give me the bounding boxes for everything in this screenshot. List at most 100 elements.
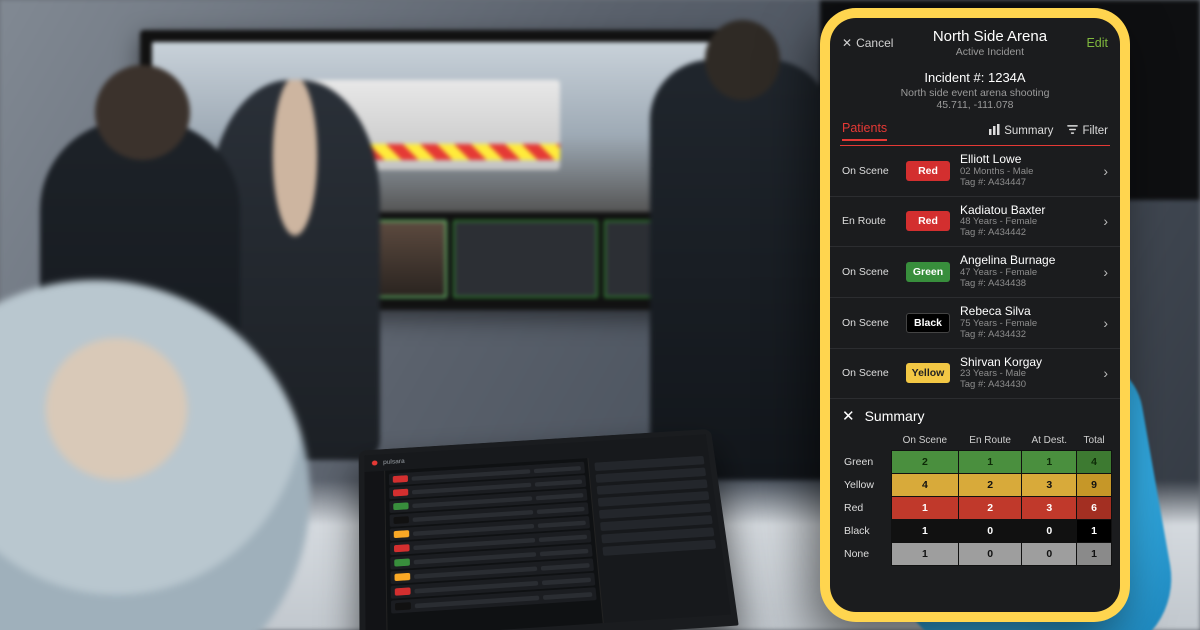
summary-cell: 1: [1077, 543, 1112, 566]
close-icon: ✕: [842, 36, 852, 50]
summary-cell: 0: [958, 520, 1021, 543]
patient-name: Rebeca Silva: [960, 305, 1093, 319]
patient-status: On Scene: [842, 165, 896, 177]
summary-cell: 0: [958, 543, 1021, 566]
incident-info: Incident #: 1234A North side event arena…: [830, 64, 1120, 121]
summary-cell: 4: [1077, 451, 1112, 474]
bar-chart-icon: [989, 124, 1000, 138]
summary-cell: 3: [1022, 497, 1077, 520]
summary-button[interactable]: Summary: [989, 124, 1053, 138]
laptop-screen: pulsara: [359, 429, 739, 630]
incident-number: Incident #: 1234A: [838, 70, 1112, 85]
summary-row: Green2114: [838, 451, 1112, 474]
summary-cell: 3: [1022, 474, 1077, 497]
patient-tag-id: Tag #: A434442: [960, 228, 1093, 239]
patient-info: Rebeca Silva75 Years - FemaleTag #: A434…: [960, 305, 1093, 341]
page-title: North Side Arena: [933, 28, 1047, 45]
summary-cell: 9: [1077, 474, 1112, 497]
summary-col-header: On Scene: [891, 431, 958, 451]
summary-label: Summary: [1004, 125, 1053, 137]
mobile-device: ✕ Cancel North Side Arena Active Inciden…: [820, 8, 1130, 622]
summary-table: On SceneEn RouteAt Dest.Total Green2114Y…: [838, 431, 1112, 566]
mobile-app-screen: ✕ Cancel North Side Arena Active Inciden…: [830, 18, 1120, 612]
patient-info: Shirvan Korgay23 Years - MaleTag #: A434…: [960, 356, 1093, 392]
laptop-brand-label: pulsara: [383, 458, 405, 465]
laptop-sidebar: [364, 471, 387, 630]
summary-cell: 4: [891, 474, 958, 497]
triage-tag: Black: [906, 313, 950, 333]
patient-row[interactable]: On SceneGreenAngelina Burnage47 Years - …: [830, 247, 1120, 298]
patient-status: On Scene: [842, 317, 896, 329]
patient-info: Elliott Lowe02 Months - MaleTag #: A4344…: [960, 153, 1093, 189]
patient-name: Kadiatou Baxter: [960, 204, 1093, 218]
summary-cell: 1: [958, 451, 1021, 474]
summary-row: Yellow4239: [838, 474, 1112, 497]
patient-name: Shirvan Korgay: [960, 356, 1093, 370]
patient-name: Elliott Lowe: [960, 153, 1093, 167]
summary-cell: 0: [1022, 543, 1077, 566]
summary-panel-header: ✕ Summary: [830, 399, 1120, 431]
patient-tag-id: Tag #: A434447: [960, 178, 1093, 189]
edit-button[interactable]: Edit: [1086, 36, 1108, 50]
patient-row[interactable]: On Scene Black Rebeca Silva75 Years - Fema…: [830, 298, 1120, 349]
patient-name: Angelina Burnage: [960, 254, 1093, 268]
summary-cell: 1: [1022, 451, 1077, 474]
summary-cell: 1: [1077, 520, 1112, 543]
summary-row-label: Red: [838, 497, 891, 520]
patient-row[interactable]: On Scene Red Elliott Lowe02 Months - MaleT…: [830, 146, 1120, 197]
person-silhouette: [650, 60, 830, 480]
chevron-right-icon: ›: [1103, 163, 1108, 179]
summary-row-label: None: [838, 543, 891, 566]
summary-cell: 6: [1077, 497, 1112, 520]
patient-info: Kadiatou Baxter48 Years - FemaleTag #: A…: [960, 204, 1093, 240]
triage-tag: Red: [906, 161, 950, 181]
cancel-button[interactable]: ✕ Cancel: [842, 36, 893, 50]
summary-cell: 2: [958, 474, 1021, 497]
filter-button[interactable]: Filter: [1067, 124, 1108, 138]
patient-status: On Scene: [842, 266, 896, 278]
page-subtitle: Active Incident: [933, 46, 1047, 58]
summary-col-header: En Route: [958, 431, 1021, 451]
patient-tag-id: Tag #: A434432: [960, 330, 1093, 341]
summary-row-label: Yellow: [838, 474, 891, 497]
patient-info: Angelina Burnage47 Years - FemaleTag #: …: [960, 254, 1093, 290]
patient-row[interactable]: On Scene Yellow Shirvan Korgay23 Years - M…: [830, 349, 1120, 400]
screen-header: ✕ Cancel North Side Arena Active Inciden…: [830, 18, 1120, 64]
chevron-right-icon: ›: [1103, 213, 1108, 229]
summary-cell: 2: [891, 451, 958, 474]
tab-patients[interactable]: Patients: [842, 121, 887, 141]
filter-label: Filter: [1082, 125, 1108, 137]
summary-cell: 1: [891, 520, 958, 543]
laptop-patient-list: [385, 458, 603, 630]
summary-title: Summary: [865, 408, 925, 424]
triage-tag: Red: [906, 211, 950, 231]
summary-col-header: Total: [1077, 431, 1112, 451]
chevron-right-icon: ›: [1103, 365, 1108, 381]
summary-row-label: Black: [838, 520, 891, 543]
filter-icon: [1067, 124, 1078, 138]
summary-cell: 2: [958, 497, 1021, 520]
summary-cell: 0: [1022, 520, 1077, 543]
chevron-right-icon: ›: [1103, 315, 1108, 331]
summary-cell: 1: [891, 543, 958, 566]
cancel-label: Cancel: [856, 36, 893, 50]
patient-tag-id: Tag #: A434438: [960, 279, 1093, 290]
patient-status: On Scene: [842, 367, 896, 379]
patient-row[interactable]: En Route Red Kadiatou Baxter48 Years - Fem…: [830, 197, 1120, 248]
patient-tag-id: Tag #: A434430: [960, 380, 1093, 391]
patient-detail: 75 Years - Female: [960, 319, 1093, 330]
brand-dot-icon: [372, 460, 378, 465]
incident-description: North side event arena shooting: [838, 87, 1112, 99]
triage-tag: Yellow: [906, 363, 950, 383]
patient-status: En Route: [842, 215, 896, 227]
summary-row: None1001: [838, 543, 1112, 566]
summary-row-label: Green: [838, 451, 891, 474]
chevron-right-icon: ›: [1103, 264, 1108, 280]
patient-list[interactable]: On Scene Red Elliott Lowe02 Months - MaleT…: [830, 146, 1120, 399]
summary-cell: 1: [891, 497, 958, 520]
close-summary-button[interactable]: ✕: [842, 407, 855, 425]
tab-bar: Patients Summary Filter: [830, 121, 1120, 145]
summary-row: Red1236: [838, 497, 1112, 520]
incident-coordinates: 45.711, -111.078: [838, 99, 1112, 111]
summary-col-header: At Dest.: [1022, 431, 1077, 451]
